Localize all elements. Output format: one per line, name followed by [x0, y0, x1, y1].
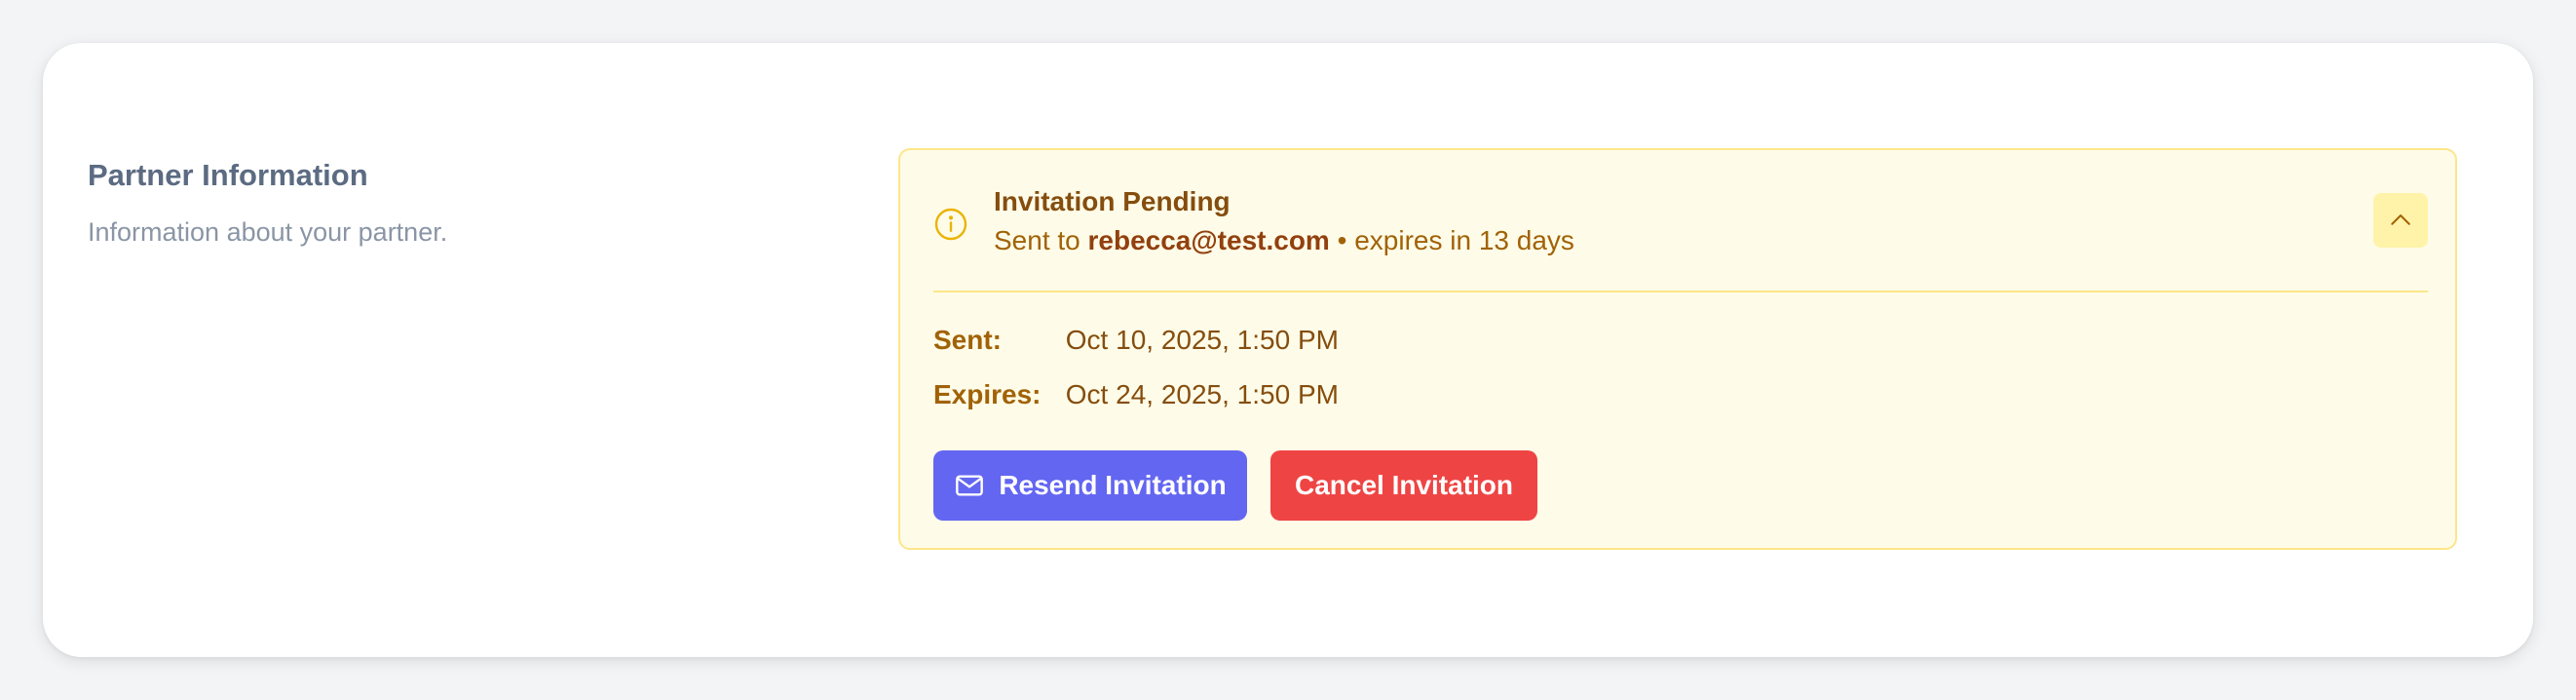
- section-header: Partner Information Information about yo…: [88, 156, 770, 250]
- invitation-title: Invitation Pending: [994, 186, 1231, 216]
- section-description: Information about your partner.: [88, 217, 448, 247]
- partner-information-card: Partner Information Information about yo…: [43, 43, 2533, 657]
- divider: [933, 291, 2428, 292]
- expires-row: Expires: Oct 24, 2025, 1:50 PM: [933, 376, 1339, 413]
- expires-text: expires in 13 days: [1354, 225, 1574, 255]
- sent-label: Sent:: [933, 325, 1002, 355]
- chevron-up-icon: [2391, 214, 2410, 225]
- info-icon: [934, 208, 967, 241]
- cancel-invitation-label: Cancel Invitation: [1294, 470, 1514, 500]
- cancel-invitation-button[interactable]: Cancel Invitation: [1270, 450, 1537, 521]
- sent-row: Sent: Oct 10, 2025, 1:50 PM: [933, 322, 1339, 359]
- sent-value: Oct 10, 2025, 1:50 PM: [1065, 325, 1339, 355]
- mail-icon: [956, 475, 984, 496]
- sent-to-prefix: Sent to: [994, 225, 1080, 255]
- resend-invitation-button[interactable]: Resend Invitation: [933, 450, 1247, 521]
- invitation-pending-banner: Invitation Pending Sent to rebecca@test.…: [898, 148, 2457, 550]
- separator-dot: •: [1337, 225, 1347, 255]
- expires-value: Oct 24, 2025, 1:50 PM: [1065, 379, 1339, 409]
- section-title: Partner Information: [88, 158, 368, 192]
- resend-invitation-label: Resend Invitation: [999, 470, 1227, 500]
- collapse-button[interactable]: [2373, 193, 2428, 248]
- expires-label: Expires:: [933, 379, 1042, 409]
- invitee-email: rebecca@test.com: [1087, 225, 1330, 255]
- invitation-summary: Sent to rebecca@test.com • expires in 13…: [994, 222, 1574, 259]
